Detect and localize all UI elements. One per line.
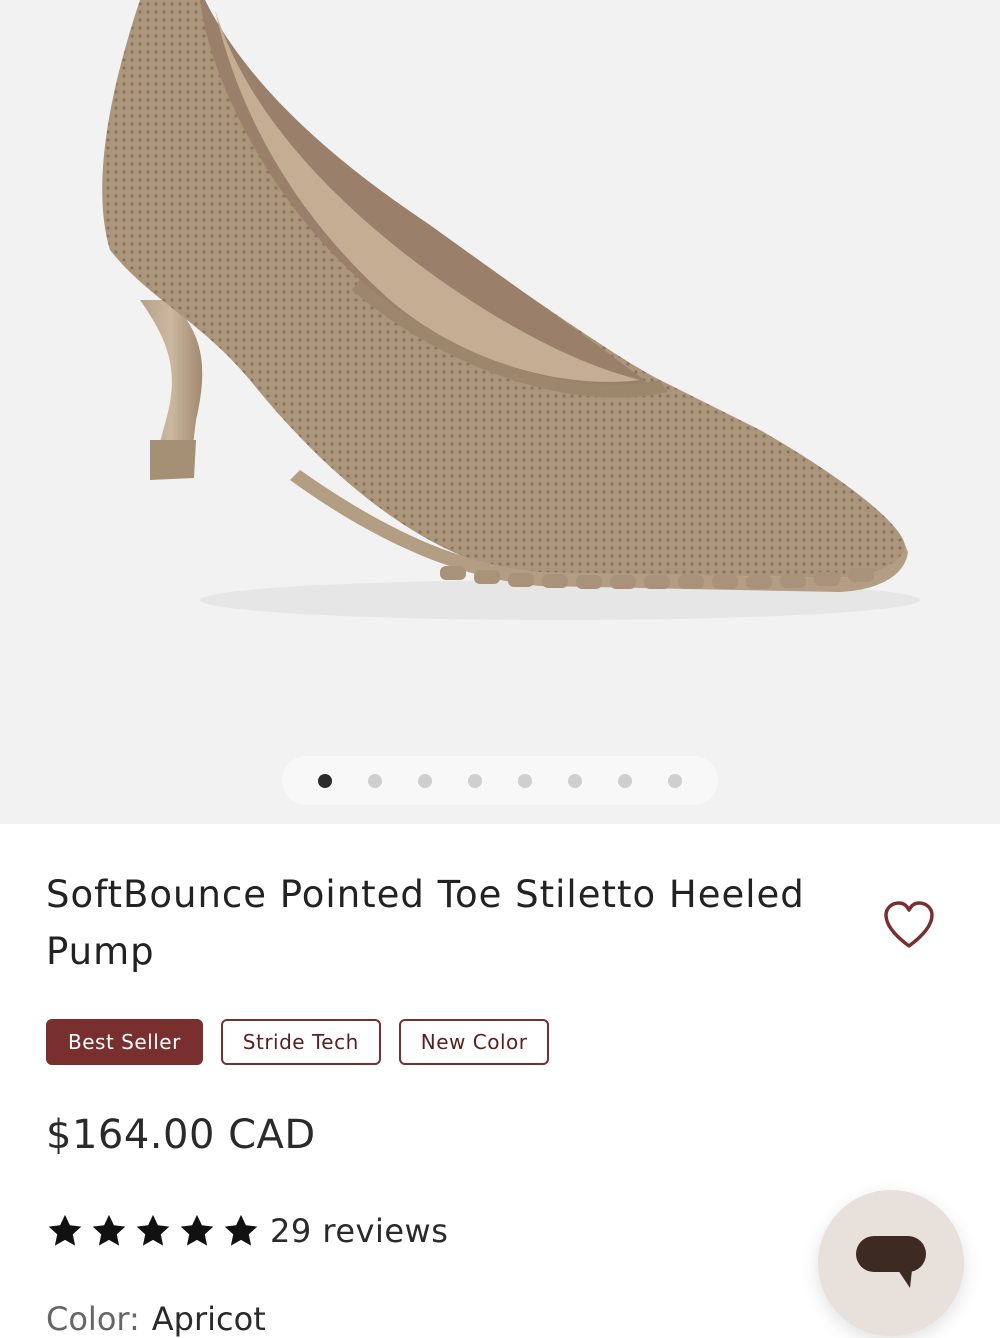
color-value: Apricot (151, 1300, 266, 1338)
gallery-dot-5[interactable] (518, 773, 532, 788)
star-icon (224, 1214, 258, 1246)
star-icon (48, 1214, 82, 1246)
star-icon (92, 1214, 126, 1246)
reviews-link[interactable]: 29 reviews (270, 1212, 448, 1250)
color-label: Color: (46, 1300, 140, 1338)
product-image (102, 0, 920, 620)
badge-stride-tech: Stride Tech (220, 1019, 381, 1065)
star-icon (136, 1214, 170, 1246)
gallery-dot-7[interactable] (618, 773, 632, 788)
product-price: $164.00 CAD (46, 1112, 316, 1158)
gallery-dot-8[interactable] (668, 773, 682, 788)
badge-best-seller: Best Seller (46, 1019, 203, 1065)
heart-outline-icon (884, 901, 934, 948)
product-rating[interactable]: 29 reviews (46, 1212, 448, 1250)
product-title: SoftBounce Pointed Toe Stiletto Heeled P… (46, 873, 805, 973)
gallery-dot-3[interactable] (418, 773, 432, 788)
rating-stars (46, 1212, 260, 1250)
chat-bubble-icon (856, 1236, 926, 1288)
gallery-dot-1[interactable] (318, 773, 332, 788)
color-selector-label: Color: Apricot (46, 1300, 266, 1338)
gallery-pagination (282, 756, 718, 805)
gallery-dot-2[interactable] (368, 773, 382, 788)
star-icon (180, 1214, 214, 1246)
wishlist-button[interactable] (880, 898, 938, 952)
product-badges: Best Seller Stride Tech New Color (46, 1019, 550, 1065)
product-image-gallery[interactable] (0, 0, 1000, 824)
chat-button[interactable] (818, 1190, 964, 1336)
gallery-dot-4[interactable] (468, 773, 482, 788)
badge-new-color: New Color (398, 1019, 550, 1065)
gallery-dot-6[interactable] (568, 773, 582, 788)
